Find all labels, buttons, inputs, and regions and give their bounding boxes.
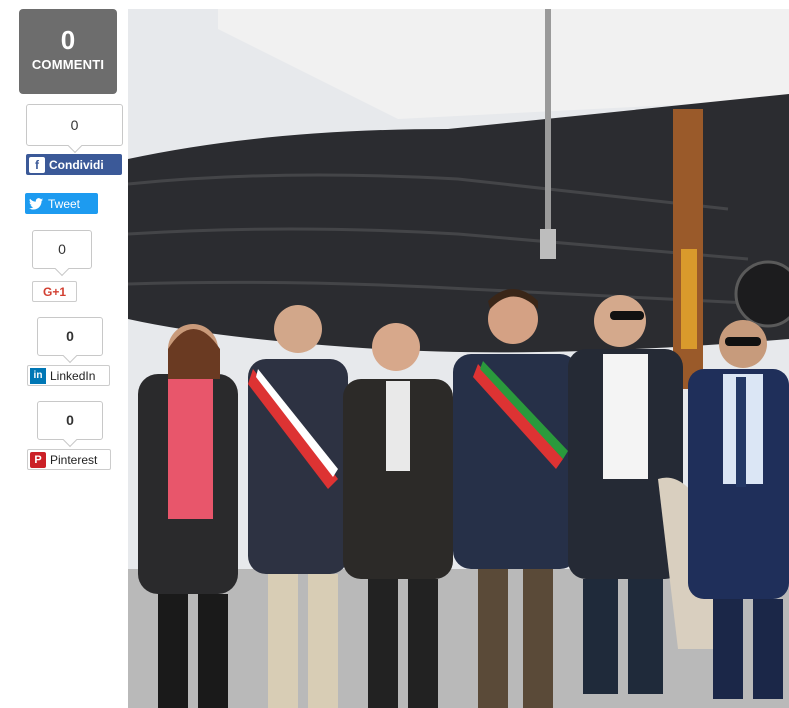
article-photo	[128, 9, 789, 708]
linkedin-share-button[interactable]: in LinkedIn	[27, 365, 110, 386]
pinterest-pin-button[interactable]: P Pinterest	[27, 449, 111, 470]
facebook-share-button[interactable]: f Condividi	[26, 154, 122, 175]
twitter-bird-icon	[28, 196, 44, 212]
comments-counter[interactable]: 0 COMMENTI	[19, 9, 117, 94]
comments-label: COMMENTI	[31, 57, 105, 72]
facebook-icon: f	[29, 156, 45, 173]
pinterest-pin-label: Pinterest	[50, 452, 98, 467]
pinterest-pin-count: 0	[37, 401, 103, 440]
googleplus-count: 0	[32, 230, 92, 269]
linkedin-share-count: 0	[37, 317, 103, 356]
linkedin-icon: in	[30, 367, 46, 384]
facebook-share-label: Condividi	[49, 157, 104, 172]
googleplus-button[interactable]: G+1	[32, 281, 77, 302]
facebook-share-count: 0	[26, 104, 123, 146]
comments-count: 0	[60, 25, 76, 55]
pinterest-icon: P	[30, 451, 46, 468]
tweet-button[interactable]: Tweet	[25, 193, 98, 214]
tweet-label: Tweet	[48, 196, 81, 211]
linkedin-share-label: LinkedIn	[50, 368, 96, 383]
googleplus-label: G+1	[42, 284, 66, 299]
